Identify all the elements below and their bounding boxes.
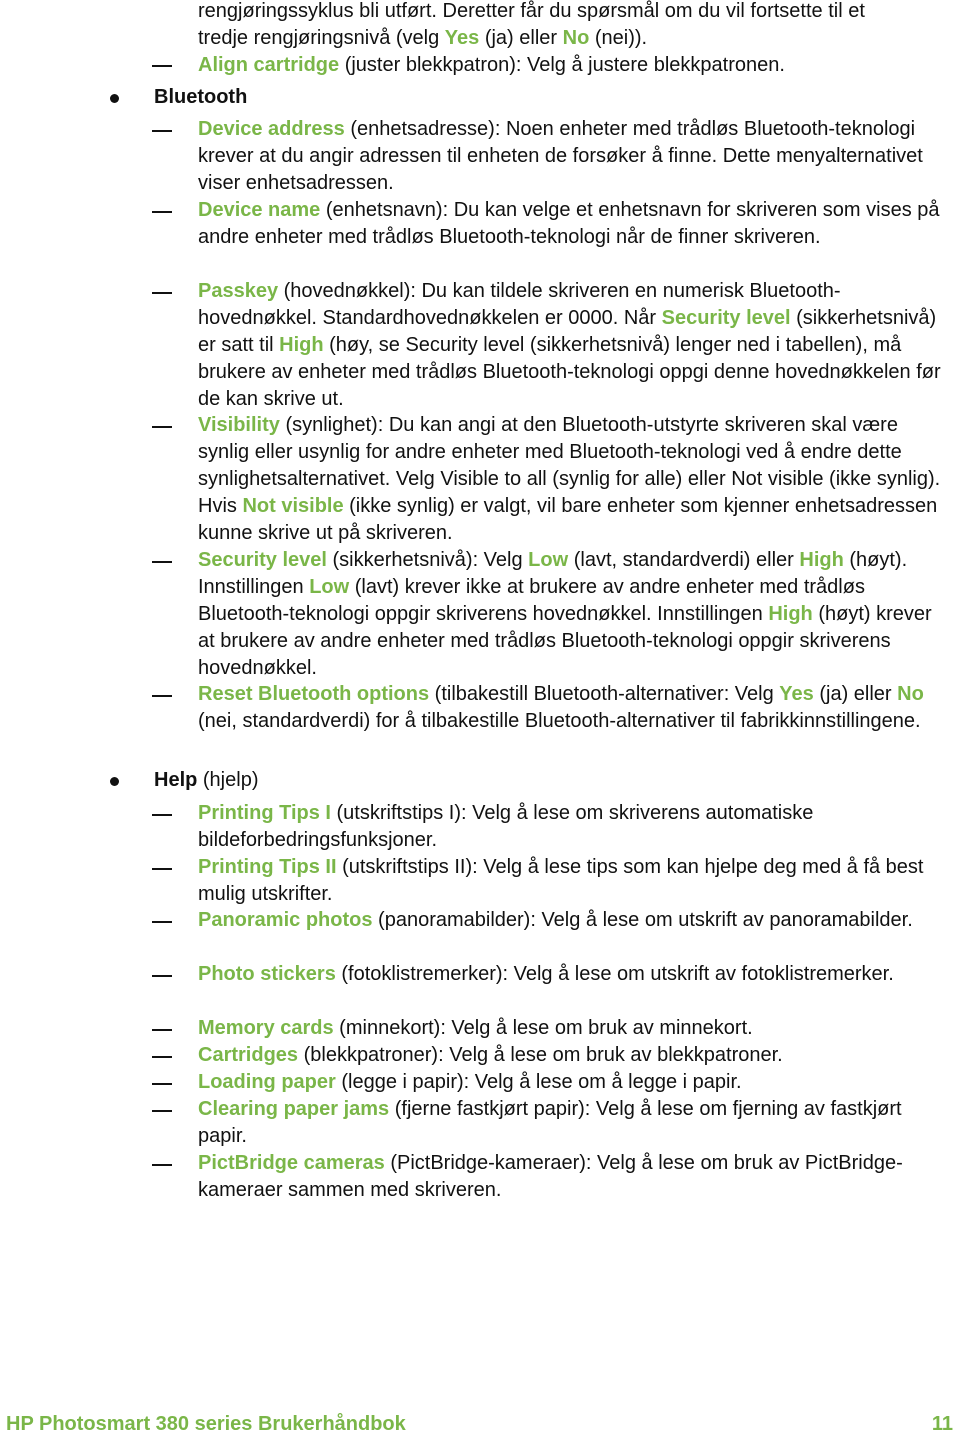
help-item: Photo stickers (fotoklistremerker): Velg… [198, 961, 948, 988]
description: (panoramabilder): Velg å lese om utskrif… [372, 909, 913, 931]
description: (legge i papir): Velg å lese om å legge … [335, 1071, 742, 1093]
dash-icon [152, 868, 172, 870]
list-item-security-level: Security level (sikkerhetsnivå): Velg Lo… [198, 547, 948, 682]
dash-icon [152, 561, 172, 563]
dash-icon [152, 1029, 172, 1031]
option-no: No [897, 683, 924, 705]
option-high: High [799, 549, 844, 571]
description: (fotoklistremerker): Velg å lese om utsk… [335, 963, 894, 985]
continuation-paragraph: rengjøringssyklus bli utført. Deretter f… [198, 0, 948, 52]
page-number: 11 [931, 1413, 953, 1435]
footer-title: HP Photosmart 380 series Brukerhåndbok [6, 1413, 406, 1435]
bullet-icon [110, 94, 119, 103]
term: Printing Tips I [198, 802, 331, 824]
term: Photo stickers [198, 963, 336, 985]
term: Passkey [198, 280, 279, 302]
term: Device name [198, 199, 321, 221]
term: PictBridge cameras [198, 1152, 385, 1174]
continuation-text: (ja) eller [479, 27, 563, 49]
description: (minnekort): Velg å lese om bruk av minn… [333, 1017, 753, 1039]
term: Visibility [198, 414, 280, 436]
term: Align cartridge [198, 54, 340, 76]
help-item: Memory cards (minnekort): Velg å lese om… [198, 1015, 948, 1042]
dash-icon [152, 921, 172, 923]
option-low: Low [528, 549, 569, 571]
help-item: Loading paper (legge i papir): Velg å le… [198, 1069, 948, 1096]
term: Device address [198, 118, 345, 140]
document-page: rengjøringssyklus bli utført. Deretter f… [0, 0, 960, 1435]
bullet-icon [110, 777, 119, 786]
term: Cartridges [198, 1044, 299, 1066]
help-item: PictBridge cameras (PictBridge-kameraer)… [198, 1150, 948, 1204]
list-item-device-name: Device name (enhetsnavn): Du kan velge e… [198, 197, 948, 251]
heading-text: Help [154, 769, 198, 791]
dash-icon [152, 814, 172, 816]
continuation-text: (nei)). [589, 27, 648, 49]
dash-icon [152, 65, 172, 67]
list-item-device-address: Device address (enhetsadresse): Noen enh… [198, 116, 948, 197]
term: Memory cards [198, 1017, 334, 1039]
dash-icon [152, 211, 172, 213]
term-security-level: Security level [661, 307, 791, 329]
list-item-passkey: Passkey (hovednøkkel): Du kan tildele sk… [198, 278, 948, 413]
description: (sikkerhetsnivå): Velg [326, 549, 529, 571]
dash-icon [152, 1110, 172, 1112]
description: (lavt, standardverdi) eller [568, 549, 800, 571]
help-item: Printing Tips II (utskriftstips II): Vel… [198, 854, 948, 908]
option-low: Low [309, 576, 350, 598]
option-high: High [768, 603, 813, 625]
dash-icon [152, 1083, 172, 1085]
continuation-line: rengjøringssyklus bli utført. Deretter f… [198, 0, 865, 22]
dash-icon [152, 292, 172, 294]
description: (ja) eller [813, 683, 898, 705]
dash-icon [152, 1164, 172, 1166]
list-item-reset-bluetooth: Reset Bluetooth options (tilbakestill Bl… [198, 681, 948, 735]
term: Printing Tips II [198, 856, 337, 878]
term: Loading paper [198, 1071, 336, 1093]
continuation-text: tredje rengjøringsnivå (velg [198, 27, 445, 49]
option-high: High [279, 334, 324, 356]
option-yes: Yes [779, 683, 814, 705]
dash-icon [152, 426, 172, 428]
description: (tilbakestill Bluetooth-alternativer: Ve… [429, 683, 780, 705]
help-item: Panoramic photos (panoramabilder): Velg … [198, 907, 948, 934]
description: (blekkpatroner): Velg å lese om bruk av … [298, 1044, 783, 1066]
list-item-visibility: Visibility (synlighet): Du kan angi at d… [198, 412, 948, 547]
term: Reset Bluetooth options [198, 683, 430, 705]
dash-icon [152, 130, 172, 132]
dash-icon [152, 695, 172, 697]
option-yes: Yes [444, 27, 480, 49]
help-item: Printing Tips I (utskriftstips I): Velg … [198, 800, 948, 854]
description: (juster blekkpatron): Velg å justere ble… [339, 54, 785, 76]
heading-subtext: (hjelp) [197, 769, 259, 791]
dash-icon [152, 1056, 172, 1058]
term: Clearing paper jams [198, 1098, 390, 1120]
section-heading-help: Help (hjelp) [154, 767, 258, 794]
option-not-visible: Not visible [242, 495, 344, 517]
help-item: Clearing paper jams (fjerne fastkjørt pa… [198, 1096, 948, 1150]
term: Security level [198, 549, 327, 571]
dash-icon [152, 975, 172, 977]
help-item: Cartridges (blekkpatroner): Velg å lese … [198, 1042, 948, 1069]
option-no: No [562, 27, 590, 49]
section-heading-bluetooth: Bluetooth [154, 86, 248, 108]
description: (nei, standardverdi) for å tilbakestille… [198, 710, 921, 732]
list-item-align-cartridge: Align cartridge (juster blekkpatron): Ve… [198, 52, 948, 79]
term: Panoramic photos [198, 909, 373, 931]
